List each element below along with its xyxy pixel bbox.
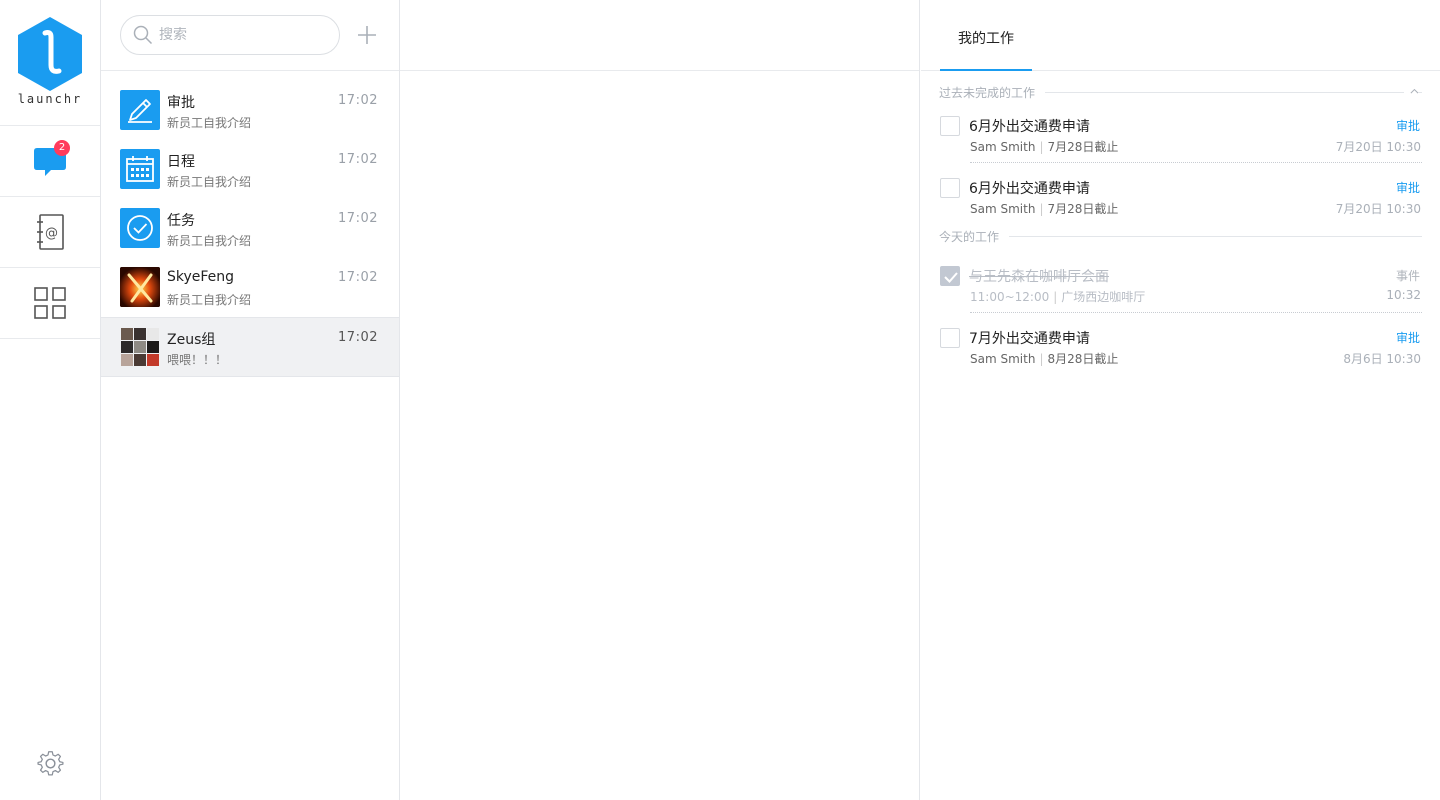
task-title: 与王先森在咖啡厅会面 bbox=[969, 269, 1109, 285]
search-input[interactable] bbox=[159, 27, 319, 43]
task-deadline: 7月28日截止 bbox=[1047, 202, 1119, 216]
task-person: Sam Smith bbox=[970, 202, 1036, 216]
task-time-range: 11:00~12:00 bbox=[970, 290, 1050, 304]
conversation-time: 17:02 bbox=[338, 211, 378, 226]
task-person: Sam Smith bbox=[970, 352, 1036, 366]
search-bar bbox=[101, 0, 399, 71]
task-item[interactable]: 6月外出交通费申请 Sam Smith | 7月28日截止 审批 7月20日 10:… bbox=[921, 163, 1440, 225]
gear-icon[interactable] bbox=[37, 750, 64, 777]
conversation-list: 审批 17:02 新员工自我介绍 日程 17:02 新员工自我介绍 任务 17:… bbox=[101, 71, 399, 377]
task-time: 7月20日 10:30 bbox=[1335, 202, 1421, 216]
section-divider bbox=[939, 236, 1422, 237]
conversation-item-selected[interactable]: Zeus组 17:02 喂喂！！！ bbox=[101, 317, 399, 377]
user-photo bbox=[120, 267, 160, 307]
launchr-logo-icon bbox=[18, 17, 82, 91]
conversation-preview: 新员工自我介绍 bbox=[167, 175, 252, 189]
conversation-name: SkyeFeng bbox=[167, 269, 235, 285]
conversation-name: Zeus组 bbox=[167, 332, 216, 348]
task-location: 广场西边咖啡厅 bbox=[1061, 290, 1146, 304]
conversation-time: 17:02 bbox=[338, 152, 378, 167]
conversation-preview: 新员工自我介绍 bbox=[167, 293, 252, 307]
task-checkbox[interactable] bbox=[940, 328, 960, 348]
conversation-item[interactable]: 任务 17:02 新员工自我介绍 bbox=[101, 199, 399, 258]
conversation-preview: 喂喂！！！ bbox=[167, 353, 228, 367]
task-title: 6月外出交通费申请 bbox=[969, 181, 1090, 197]
task-title: 6月外出交通费申请 bbox=[969, 119, 1090, 135]
conversation-preview: 新员工自我介绍 bbox=[167, 234, 252, 248]
section-past-unfinished: 过去未完成的工作 bbox=[921, 71, 1440, 101]
task-item[interactable]: 7月外出交通费申请 Sam Smith | 8月28日截止 审批 8月6日 10:3… bbox=[921, 313, 1440, 375]
tab-my-work[interactable]: 我的工作 bbox=[940, 0, 1032, 71]
work-header: 我的工作 bbox=[921, 0, 1440, 71]
conversation-name: 任务 bbox=[167, 213, 195, 229]
task-time: 10:32 bbox=[1386, 288, 1421, 302]
task-checkbox-checked[interactable] bbox=[940, 266, 960, 286]
conversation-item[interactable]: 审批 17:02 新员工自我介绍 bbox=[101, 81, 399, 140]
task-check-icon bbox=[120, 208, 160, 248]
task-type-link[interactable]: 审批 bbox=[1396, 329, 1420, 346]
task-deadline: 7月28日截止 bbox=[1047, 140, 1119, 154]
chat-pane-header bbox=[400, 0, 919, 71]
task-time: 7月20日 10:30 bbox=[1335, 140, 1421, 154]
app-window: launchr 2 @ 搜索 审批 17:02 新员工自我介绍 日程 17:02… bbox=[0, 0, 1440, 800]
nav-apps[interactable] bbox=[0, 268, 100, 339]
conversation-item[interactable]: 日程 17:02 新员工自我介绍 bbox=[101, 140, 399, 199]
logo-text: launchr bbox=[17, 92, 83, 106]
conversation-time: 17:02 bbox=[338, 93, 378, 108]
contacts-book-icon: @ bbox=[37, 214, 64, 250]
nav-messages[interactable]: 2 bbox=[0, 126, 100, 197]
logo: launchr bbox=[0, 0, 100, 126]
chat-pane-empty bbox=[400, 0, 920, 800]
svg-text:@: @ bbox=[45, 226, 58, 241]
task-item-done[interactable]: 与王先森在咖啡厅会面 11:00~12:00 | 广场西边咖啡厅 事件 10:32 bbox=[921, 251, 1440, 313]
conversation-time: 17:02 bbox=[338, 330, 378, 345]
search-field[interactable] bbox=[120, 15, 340, 55]
calendar-icon bbox=[120, 149, 160, 189]
task-type-link[interactable]: 事件 bbox=[1396, 267, 1420, 284]
task-person: Sam Smith bbox=[970, 140, 1036, 154]
task-meta: 11:00~12:00 | 广场西边咖啡厅 bbox=[970, 290, 1146, 304]
chevron-up-icon[interactable] bbox=[1404, 86, 1418, 96]
apps-grid-icon bbox=[34, 287, 66, 319]
check-icon bbox=[944, 272, 958, 283]
add-icon[interactable] bbox=[356, 24, 378, 46]
group-photo-grid bbox=[120, 327, 160, 367]
conversation-preview: 新员工自我介绍 bbox=[167, 116, 252, 130]
section-today: 今天的工作 bbox=[921, 225, 1440, 249]
task-checkbox[interactable] bbox=[940, 178, 960, 198]
task-meta: Sam Smith | 8月28日截止 bbox=[970, 352, 1119, 366]
task-meta: Sam Smith | 7月28日截止 bbox=[970, 140, 1119, 154]
section-label: 过去未完成的工作 bbox=[939, 84, 1046, 101]
conversation-time: 17:02 bbox=[338, 270, 378, 285]
task-checkbox[interactable] bbox=[940, 116, 960, 136]
search-icon bbox=[133, 25, 153, 45]
nav-rail: launchr 2 @ bbox=[0, 0, 101, 800]
conversation-name: 日程 bbox=[167, 154, 195, 170]
section-label: 今天的工作 bbox=[939, 228, 1010, 245]
my-work-pane: 我的工作 过去未完成的工作 6月外出交通费申请 Sam Smith | 7月28日截… bbox=[921, 0, 1440, 800]
task-meta: Sam Smith | 7月28日截止 bbox=[970, 202, 1119, 216]
task-type-link[interactable]: 审批 bbox=[1396, 179, 1420, 196]
task-item[interactable]: 6月外出交通费申请 Sam Smith | 7月28日截止 审批 7月20日 10:… bbox=[921, 101, 1440, 163]
task-type-link[interactable]: 审批 bbox=[1396, 117, 1420, 134]
approval-pen-icon bbox=[120, 90, 160, 130]
conversation-item[interactable]: SkyeFeng 17:02 新员工自我介绍 bbox=[101, 258, 399, 317]
conversation-name: 审批 bbox=[167, 95, 195, 111]
nav-contacts[interactable]: @ bbox=[0, 197, 100, 268]
task-deadline: 8月28日截止 bbox=[1047, 352, 1119, 366]
conversation-list-pane: 审批 17:02 新员工自我介绍 bbox=[101, 0, 400, 800]
unread-badge: 2 bbox=[54, 140, 70, 156]
task-title: 7月外出交通费申请 bbox=[969, 331, 1090, 347]
task-time: 8月6日 10:30 bbox=[1343, 352, 1421, 366]
